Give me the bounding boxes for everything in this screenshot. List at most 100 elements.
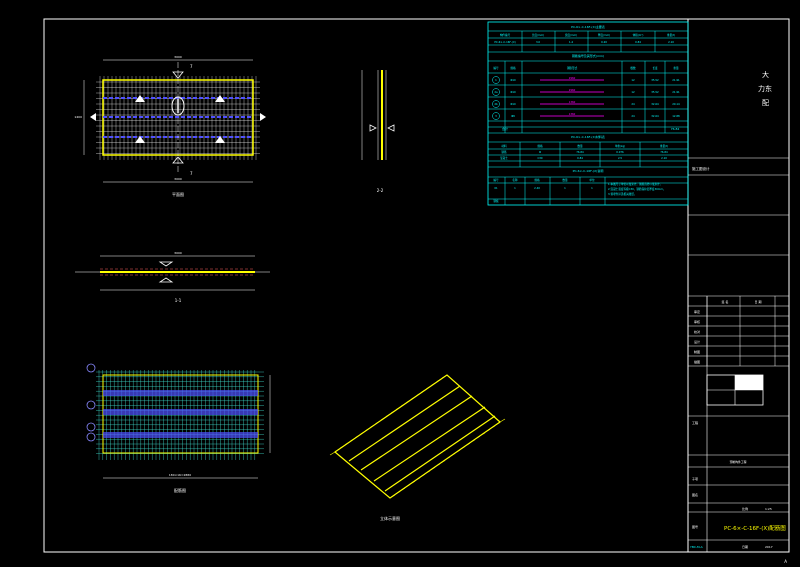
material-cell: 钢筋 [501,150,507,154]
steel-cell: 20.14 [672,102,680,106]
rebar-table-cell: 0.84 [635,40,641,44]
material-cell: 2.5 [618,156,622,160]
steel-cell: 2b [494,102,498,106]
rebar-plan-dim: 180×16=2880 [169,473,191,477]
plan-view-label: 平面图 [172,191,184,197]
steel-shape-length: 1360 [569,112,576,116]
material-cell: 76.84 [660,150,668,154]
steel-header-cell: 规格 [510,66,516,70]
steel-cell: 35.52 [651,78,659,82]
project-name: 预制构件工程 [730,460,747,464]
note-cell: 01 [494,186,498,190]
plan-dim-left: 1400 [74,115,82,119]
steel-total-label: 合计 [502,126,508,131]
design-stage: 施工图设计 [692,166,710,171]
steel-cell: 2a [494,90,498,94]
rebar-table-header-cell: 厚度(mm) [598,33,610,37]
material-header-cell: 重量(t) [660,144,668,148]
steel-cell: 12 [631,78,635,82]
signature-row-label: 描图 [694,359,700,364]
steel-cell: 24 [631,114,635,118]
drawing-name: PC-6×-C-16F-(X)配筋图 [724,524,786,532]
rebar-band-3 [103,432,258,438]
note-header-cell: 编号 [493,178,499,182]
scale-label: 比例 [742,506,748,511]
material-header-cell: 规格 [537,144,543,148]
material-cell: 混凝土 [500,156,508,160]
rebar-table-header-cell: 重量(t) [667,33,675,37]
steel-cell: 12 [631,90,635,94]
note-text-2: 2.混凝土强度等级C30，钢筋保护层厚度30mm。 [608,187,665,191]
scale-value: 1:25 [765,507,772,511]
steel-shape-length: 2960 [569,76,576,80]
steel-shape-length: 2960 [569,88,576,92]
steel-shape-length: 1360 [569,100,576,104]
steel-header-cell: 重量 [673,66,679,70]
project-label: 工程 [692,420,698,425]
material-table-title: PC-6×-C-16F-(X)材料表 [571,134,605,139]
rebar-table-header-cell: 长度(mm) [532,33,544,37]
date-label: 日期 [742,544,748,549]
steel-cell: 21.91 [672,78,680,82]
material-header-cell: 材料 [501,144,507,148]
note-header-cell: 单位 [589,178,595,182]
drawing-no-label: 图号 [692,524,698,529]
rebar-table-cell: 2.10 [668,40,674,44]
signature-row-label: 审定 [694,309,700,314]
material-cell: 76.84 [576,150,584,154]
sub-label: 子项 [692,476,698,481]
material-cell: Φ [539,150,541,154]
col-label-sign: 签 名 [722,299,729,304]
plan-dim-bottom: 3000 [174,177,182,181]
steel-table-title: 钢筋编号及其形式(mm) [572,53,604,58]
note-header-cell: 数量 [562,178,568,182]
steel-cell: 12.88 [672,114,680,118]
iso-view-label: 立体示意图 [380,515,400,521]
rebar-table-cell: 1.4 [569,40,573,44]
company-name-line-2: 力东 [758,84,772,93]
note-header-cell: 名称 [512,178,518,182]
rebar-band-2 [103,409,258,415]
material-cell: C30 [537,156,542,160]
drawing-title-label: 图名 [692,492,698,497]
rebar-table-header-cell: 体积(m³) [633,33,644,37]
col-label-date: 日 期 [755,299,762,304]
plan-dim-top: 3000 [174,55,182,59]
rebar-plan-label: 配筋图 [174,487,186,493]
rebar-table-cell: PC-6×-C-16F-(X) [494,40,515,44]
date-value: 2017 [765,545,773,549]
cad-drawing-canvas: 3000 7 7 3000 1400 平面图 2-2 3000 1-1 180×… [0,0,800,567]
rebar-band-1 [103,390,258,396]
steel-cell: Φ10 [510,90,516,94]
note-cell: 钢板 [493,199,499,203]
note-table-title: PC-6×-C-16F-(X)说明 [573,168,604,173]
signature-row-label: 审核 [694,319,700,324]
steel-total-value: 76.84 [671,127,680,131]
signature-row-label: 设计 [694,339,700,344]
section-11-dim: 3000 [174,251,182,255]
signature-row-label: 制图 [694,349,700,354]
steel-cell: Φ8 [511,114,515,118]
steel-header-cell: 长度 [652,66,658,70]
page-mark: A [784,559,787,564]
note-header-cell: 规格 [534,178,540,182]
steel-cell: 21.91 [672,90,680,94]
steel-header-cell: 编号 [493,66,499,70]
section-22-label: 2-2 [377,188,384,193]
signature-row-label: 校对 [694,329,700,334]
steel-cell: 32.64 [651,114,659,118]
rebar-table-cell: 0.20 [601,40,607,44]
note-cell: 2.40 [534,186,540,190]
steel-cell: Φ10 [510,78,516,82]
steel-header-cell: 根数 [630,66,636,70]
section-11-label: 1-1 [175,298,182,303]
rebar-table-title: PC-6×-C-16F-(X)主要表 [571,24,605,29]
company-name-line-3: 配 [762,99,769,107]
steel-cell: 35.52 [651,90,659,94]
stamp-filled-cell [735,375,763,390]
steel-cell: 32.64 [651,102,659,106]
steel-header-cell: 钢筋形式 [567,66,578,70]
note-text-3: 3.预埋件详见相关图纸。 [608,192,636,196]
company-name-line-1: 大 [762,70,769,79]
material-cell: 0.84 [577,156,583,160]
